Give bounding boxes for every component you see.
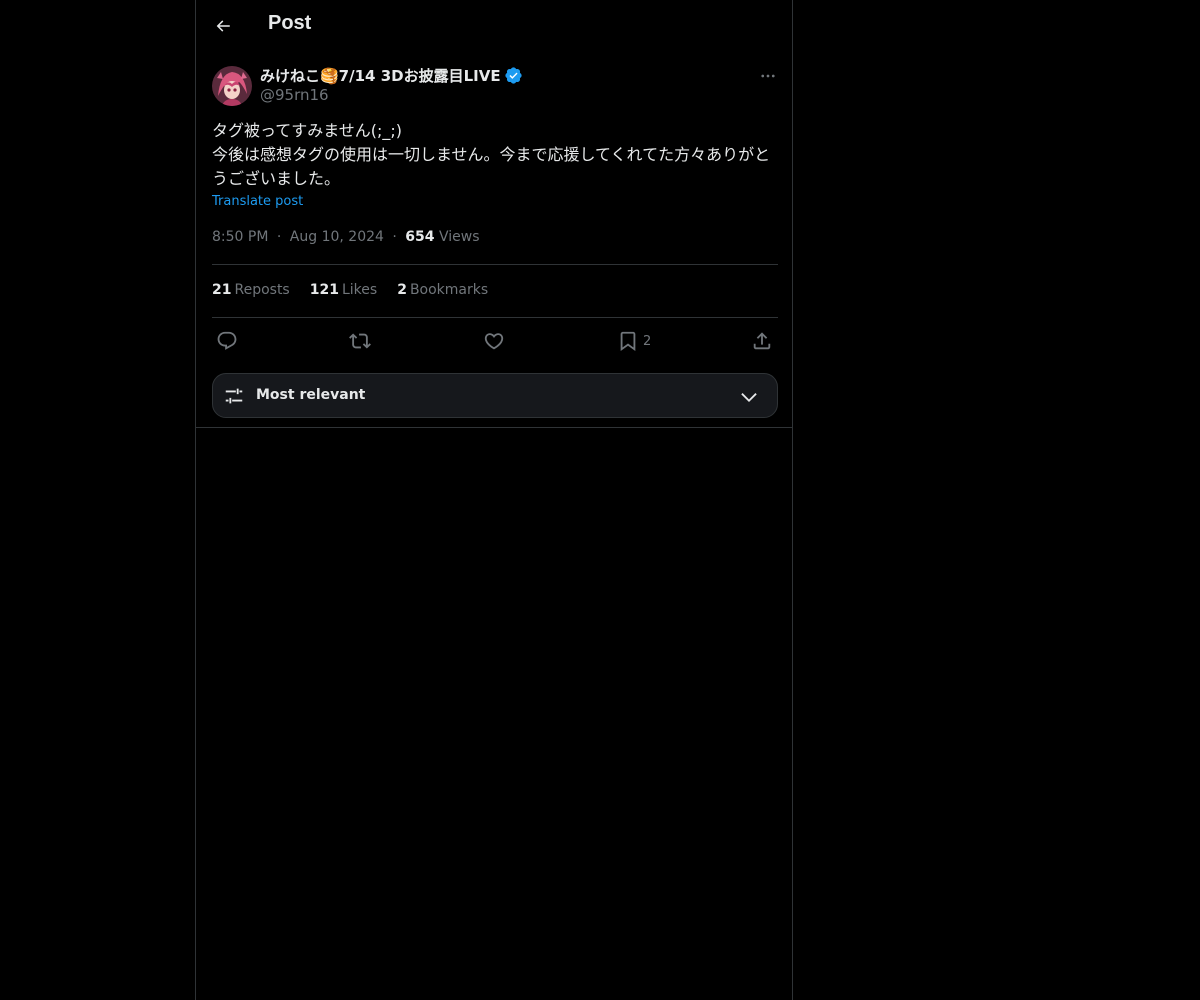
reposts-stat[interactable]: 21 Reposts xyxy=(212,282,290,298)
post-text: タグ被ってすみません(;_;) 今後は感想タグの使用は一切しません。今まで応援し… xyxy=(212,121,771,188)
reply-icon xyxy=(217,331,237,350)
heart-icon xyxy=(484,333,504,350)
post-meta: 8:50 PM · Aug 10, 2024 · 654 Views xyxy=(212,229,480,245)
like-button[interactable] xyxy=(483,329,505,353)
post-header: Post xyxy=(196,0,794,54)
divider xyxy=(212,317,778,318)
post-actions: 2 xyxy=(212,329,778,353)
views-count: 654 xyxy=(405,229,435,245)
more-icon xyxy=(761,74,775,78)
post-date[interactable]: Aug 10, 2024 xyxy=(290,229,384,245)
verified-badge-icon[interactable] xyxy=(504,66,523,85)
meta-separator: · xyxy=(276,229,282,245)
bookmark-count: 2 xyxy=(643,333,652,349)
bookmark-icon xyxy=(620,331,636,352)
avatar-image xyxy=(212,66,252,106)
section-divider xyxy=(196,427,793,428)
sliders-icon xyxy=(225,388,243,404)
bookmarks-label: Bookmarks xyxy=(409,282,489,298)
reply-button[interactable] xyxy=(216,329,238,353)
chevron-down-icon xyxy=(741,393,757,403)
repost-button[interactable] xyxy=(349,329,371,353)
sort-label: Most relevant xyxy=(256,387,366,403)
divider xyxy=(212,264,778,265)
handle[interactable]: @95rn16 xyxy=(260,86,523,104)
display-name-row: みけねこ🥞7/14 3Dお披露目LIVE xyxy=(260,64,523,86)
arrow-left-icon xyxy=(216,20,230,32)
share-button[interactable] xyxy=(751,329,773,353)
post-time[interactable]: 8:50 PM xyxy=(212,229,268,245)
more-options-button[interactable] xyxy=(758,66,778,86)
repost-icon xyxy=(349,333,371,349)
views-label: Views xyxy=(438,229,480,245)
replies-sort-dropdown[interactable]: Most relevant xyxy=(212,373,778,418)
likes-label: Likes xyxy=(341,282,378,298)
avatar[interactable] xyxy=(212,66,252,106)
meta-separator: · xyxy=(392,229,397,245)
page-title: Post xyxy=(268,12,312,34)
bookmark-button[interactable]: 2 xyxy=(617,329,651,353)
translate-post-link[interactable]: Translate post xyxy=(212,194,303,209)
author-info: みけねこ🥞7/14 3Dお披露目LIVE @95rn16 xyxy=(260,64,523,104)
main-column: Post みけねこ🥞7/14 3Dお披露目LIVE @95rn16 タグ被ってす… xyxy=(195,0,793,1000)
bookmarks-count: 2 xyxy=(397,282,407,298)
bookmarks-stat[interactable]: 2 Bookmarks xyxy=(397,282,488,298)
likes-stat[interactable]: 121 Likes xyxy=(310,282,377,298)
reposts-label: Reposts xyxy=(234,282,290,298)
share-icon xyxy=(753,332,771,350)
post-stats: 21 Reposts 121 Likes 2 Bookmarks xyxy=(212,282,488,298)
reposts-count: 21 xyxy=(212,282,232,298)
display-name[interactable]: みけねこ🥞7/14 3Dお披露目LIVE xyxy=(260,65,501,86)
likes-count: 121 xyxy=(309,282,339,298)
back-button[interactable] xyxy=(206,9,240,43)
